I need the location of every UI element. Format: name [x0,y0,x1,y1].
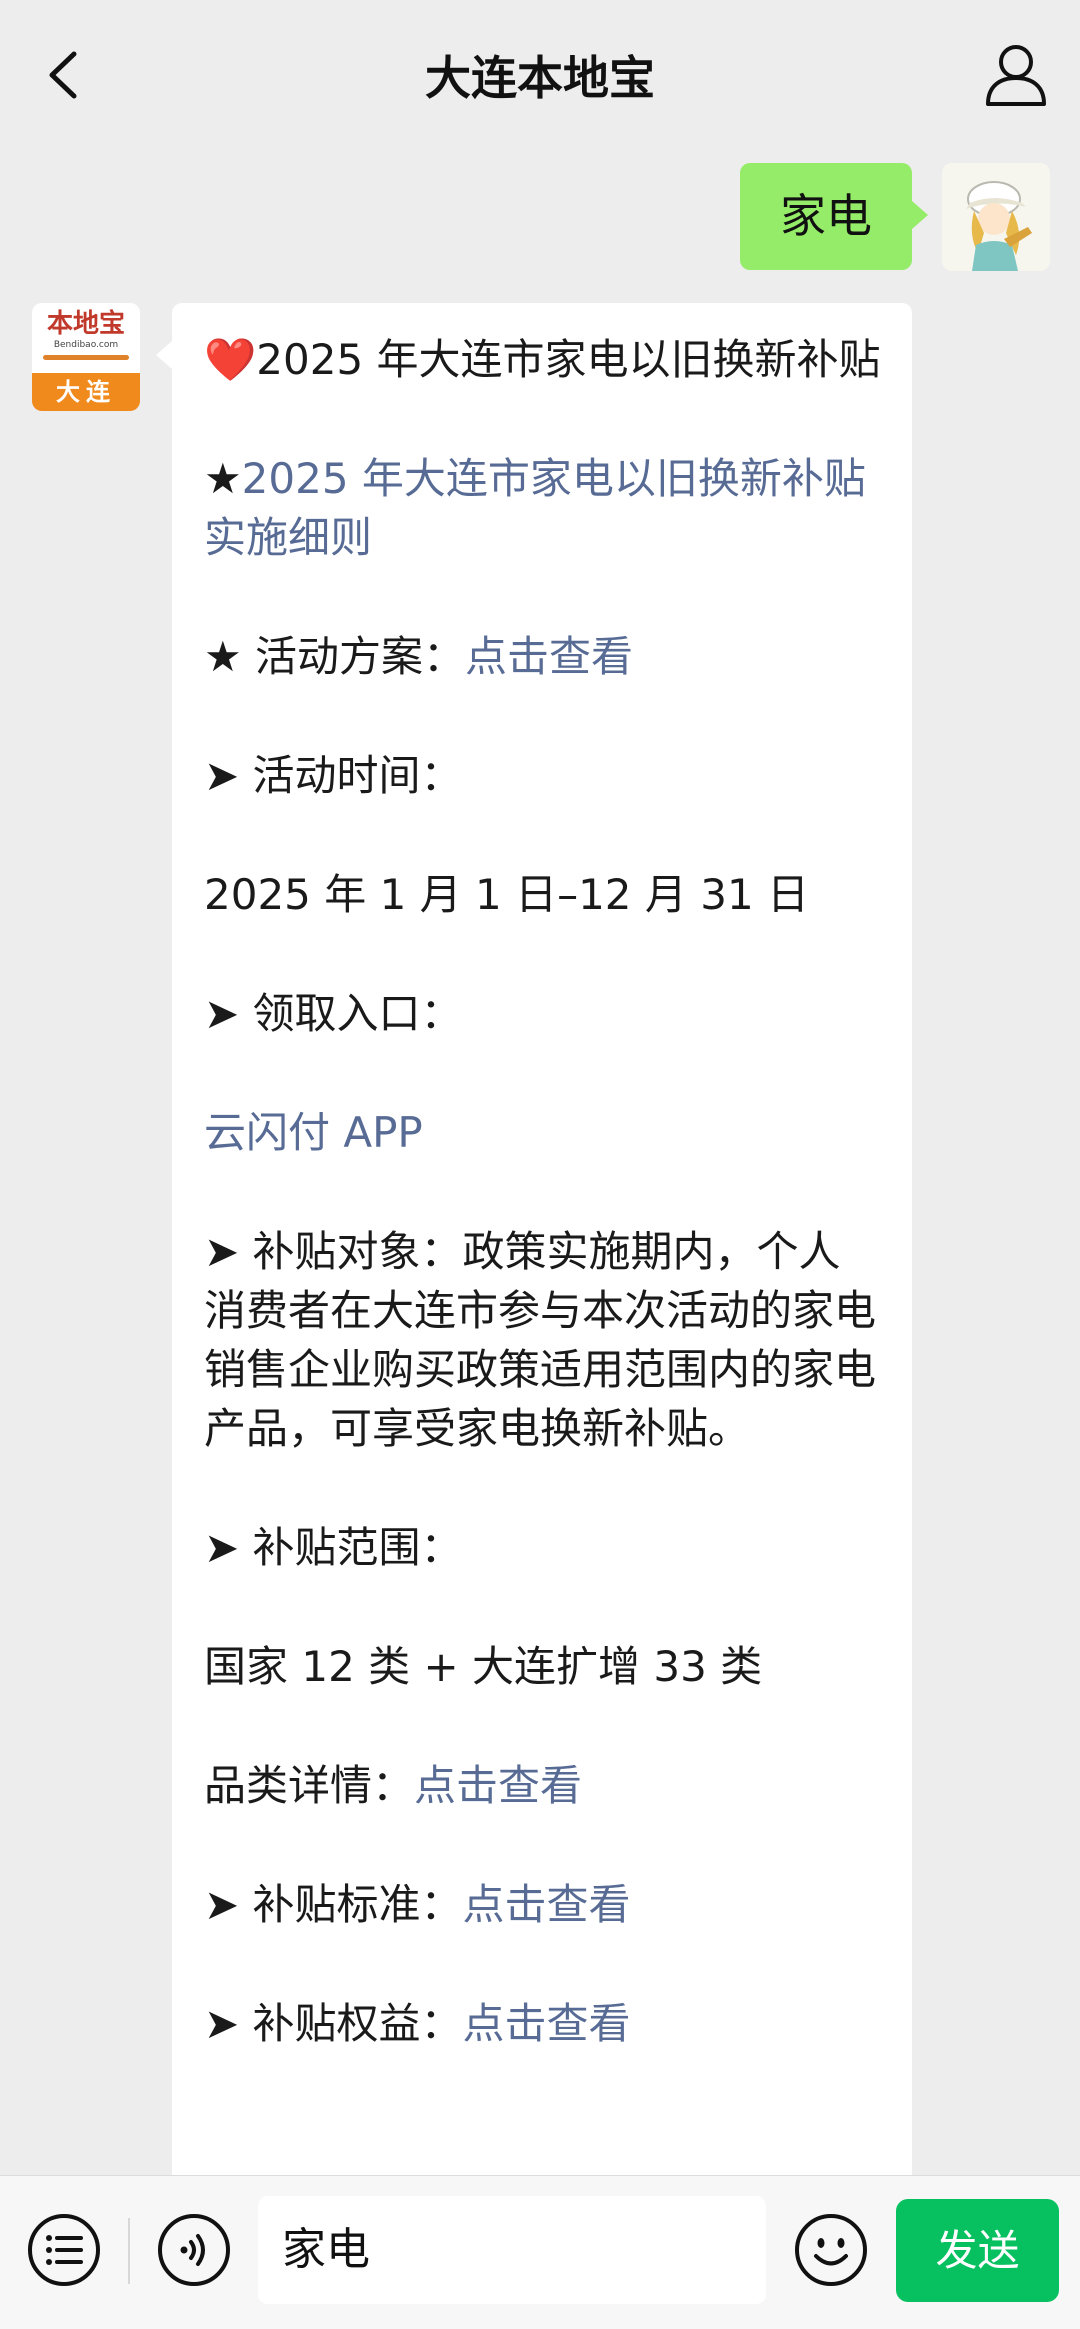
list-menu-icon [28,2214,100,2286]
input-bar: 家电 发送 [0,2175,1080,2329]
bot-avatar-divider [43,355,129,360]
message-input[interactable]: 家电 [258,2196,766,2304]
input-bar-divider [128,2218,130,2284]
detail-rule-link[interactable]: 2025 年大连市家电以旧换新补贴实施细则 [204,454,866,562]
target-text: ➤ 补贴对象：政策实施期内，个人消费者在大连市参与本次活动的家电销售企业购买政策… [204,1227,877,1453]
rights-link[interactable]: 点击查看 [463,1999,631,2048]
star-icon: ★ [204,454,242,503]
standard-label: ➤ 补贴标准： [204,1880,463,1929]
heart-icon: ❤️ [204,335,257,384]
menu-button[interactable] [25,2211,103,2289]
chat-screen: 大连本地宝 家电 本地宝 Bendibao.com 大连 ❤️2025 年大连市… [0,0,1080,2329]
chat-header: 大连本地宝 [0,0,1080,150]
bot-avatar[interactable]: 本地宝 Bendibao.com 大连 [32,303,140,411]
voice-button[interactable] [155,2211,233,2289]
chat-title: 大连本地宝 [425,51,655,105]
outgoing-message-row: 家电 [740,163,1050,271]
entry-link[interactable]: 云闪付 APP [204,1103,882,1162]
emoji-icon [795,2214,867,2286]
standard-link[interactable]: 点击查看 [463,1880,631,1929]
bot-avatar-brand: 本地宝 [46,309,125,339]
emoji-button[interactable] [792,2211,870,2289]
profile-button[interactable] [980,38,1052,110]
message-title: ❤️2025 年大连市家电以旧换新补贴 [204,330,882,389]
rights-label: ➤ 补贴权益： [204,1999,463,2048]
bot-avatar-logo: 本地宝 Bendibao.com [32,303,140,373]
incoming-message-bubble: ❤️2025 年大连市家电以旧换新补贴 ★2025 年大连市家电以旧换新补贴实施… [156,303,912,2323]
time-value: 2025 年 1 月 1 日–12 月 31 日 [204,870,810,919]
voice-icon [158,2214,230,2286]
plan-line: ★ 活动方案：点击查看 [204,627,882,686]
category-label: 品类详情： [204,1761,415,1810]
entry-label: ➤ 领取入口： [204,989,463,1038]
message-title-text: 2025 年大连市家电以旧换新补贴 [256,335,881,384]
scope-label: ➤ 补贴范围： [204,1523,463,1572]
send-button[interactable]: 发送 [896,2199,1059,2302]
person-icon [986,45,1046,106]
category-line: 品类详情：点击查看 [204,1756,882,1815]
time-label: ➤ 活动时间： [204,751,463,800]
category-link[interactable]: 点击查看 [414,1761,582,1810]
rights-line: ➤ 补贴权益：点击查看 [204,1994,882,2053]
user-avatar-image [942,163,1050,271]
standard-line: ➤ 补贴标准：点击查看 [204,1875,882,1934]
scope-value: 国家 12 类 + 大连扩增 33 类 [204,1642,763,1691]
user-avatar[interactable] [942,163,1050,271]
bot-avatar-city: 大连 [32,373,140,411]
detail-rule-line: ★2025 年大连市家电以旧换新补贴实施细则 [204,449,882,567]
outgoing-message-bubble[interactable]: 家电 [740,163,928,270]
plan-link[interactable]: 点击查看 [465,632,633,681]
plan-label: ★ 活动方案： [204,632,466,681]
bot-avatar-url: Bendibao.com [53,340,119,350]
